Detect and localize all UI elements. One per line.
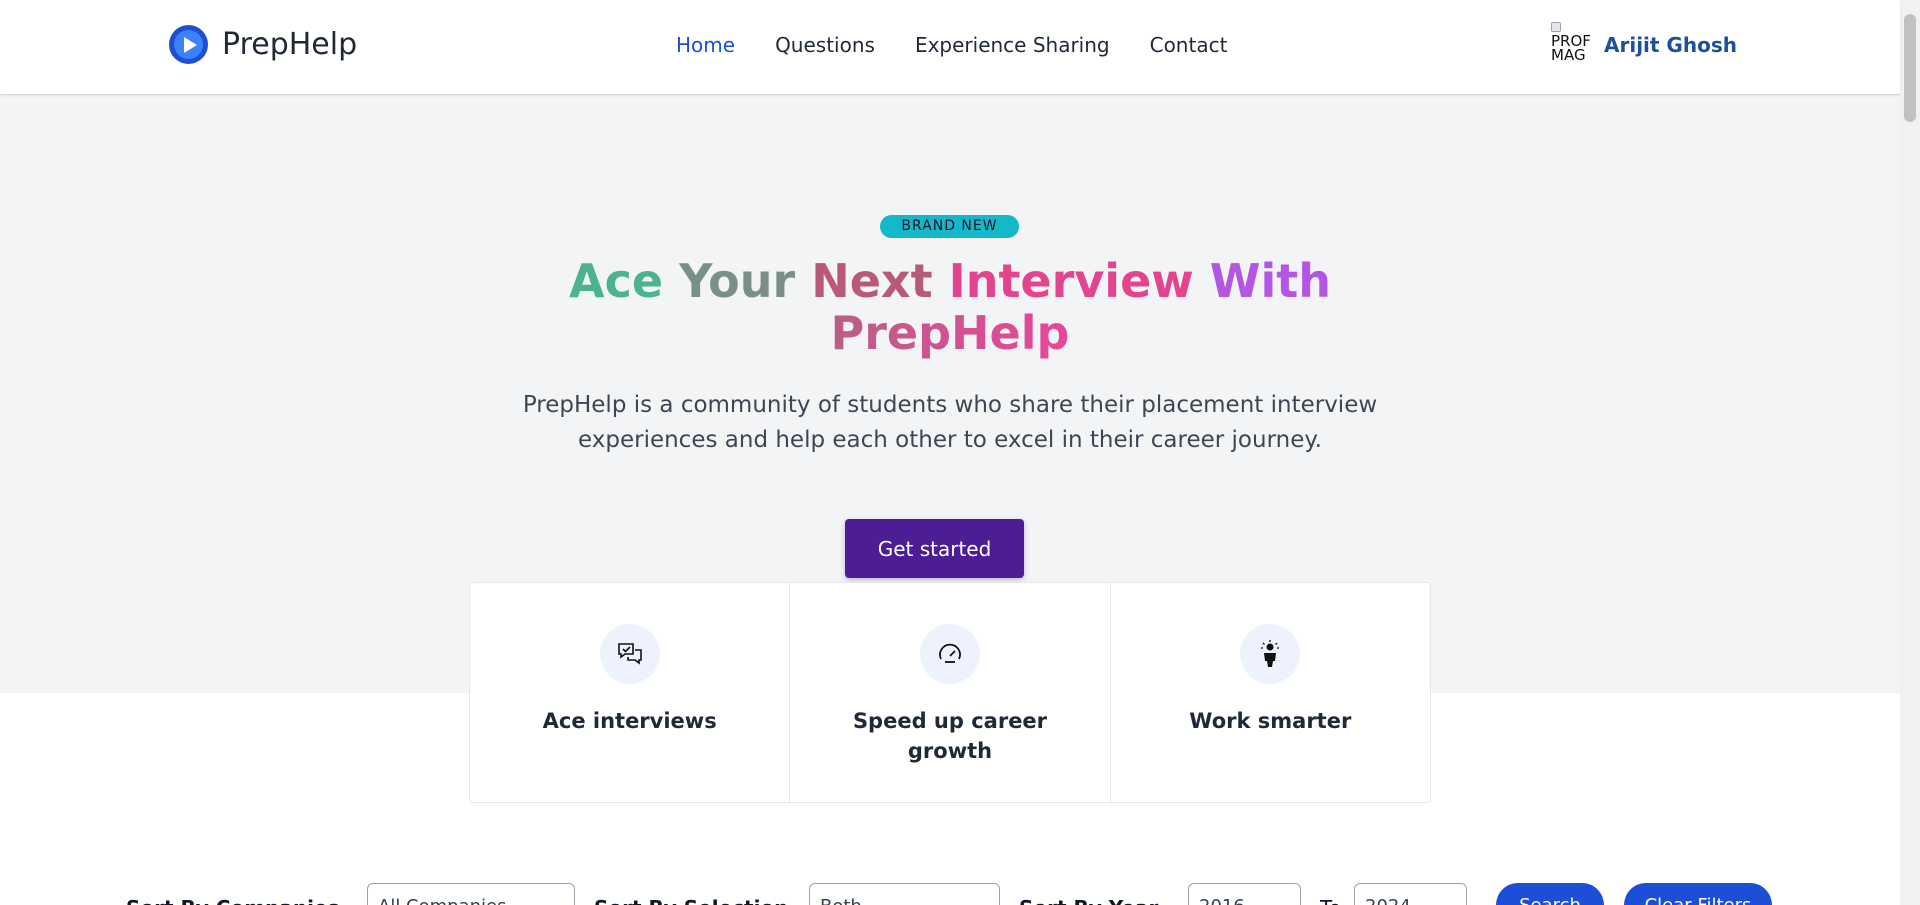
scrollbar-thumb[interactable] <box>1904 14 1916 122</box>
hero-subtitle: PrepHelp is a community of students who … <box>522 392 1378 453</box>
feature-title: Ace interviews <box>542 709 717 733</box>
feature-title: Speed up career growth <box>852 709 1048 763</box>
company-filter-label: Sort By Companies <box>126 896 339 905</box>
get-started-button[interactable]: Get started <box>845 519 1024 578</box>
filter-bar: Sort By Companies All Companies Sort By … <box>126 883 1776 905</box>
selection-select[interactable]: Both <box>809 883 1000 905</box>
main-nav: Home Questions Experience Sharing Contac… <box>676 33 1227 57</box>
nav-experience-sharing[interactable]: Experience Sharing <box>915 33 1110 57</box>
person-idea-icon <box>1240 624 1301 684</box>
hero-title-word: Next <box>811 254 933 308</box>
year-filter-label: Sort By Year <box>1019 896 1158 905</box>
hero-title-word: Ace <box>568 254 664 308</box>
top-navbar: PrepHelp Home Questions Experience Shari… <box>0 0 1900 95</box>
logo-play-icon <box>169 25 208 64</box>
hero-title-word: Your <box>679 254 796 308</box>
feature-card: Speed up career growth <box>790 583 1111 802</box>
selection-filter-label: Sort By Selection <box>594 896 788 905</box>
logo[interactable]: PrepHelp <box>169 25 357 64</box>
chat-check-icon <box>599 624 660 684</box>
year-to-label: To <box>1320 896 1341 905</box>
feature-card: Work smarter <box>1111 583 1430 802</box>
company-select[interactable]: All Companies <box>367 883 575 905</box>
nav-questions[interactable]: Questions <box>775 33 875 57</box>
avatar[interactable]: PROF MAG <box>1550 22 1598 68</box>
user-profile[interactable]: PROF MAG Arijit Ghosh <box>1550 22 1737 68</box>
year-to-input[interactable]: 2024 <box>1354 883 1467 905</box>
avatar-alt-text: PROF MAG <box>1551 32 1591 64</box>
feature-title: Work smarter <box>1189 709 1352 733</box>
profile-name[interactable]: Arijit Ghosh <box>1604 33 1737 57</box>
hero-title-word: With <box>1209 254 1332 308</box>
search-button[interactable]: Search <box>1496 883 1604 905</box>
year-from-input[interactable]: 2016 <box>1188 883 1301 905</box>
broken-image-icon <box>1551 22 1561 32</box>
hero-title-word: PrepHelp <box>830 306 1070 360</box>
nav-contact[interactable]: Contact <box>1150 33 1228 57</box>
clear-filters-button[interactable]: Clear Filters <box>1624 883 1772 905</box>
page-scrollbar[interactable] <box>1900 0 1920 905</box>
hero-title: Ace Your Next Interview With PrepHelp <box>560 255 1340 359</box>
speedometer-icon <box>919 624 980 684</box>
nav-home[interactable]: Home <box>676 33 735 57</box>
feature-card: Ace interviews <box>470 583 791 802</box>
feature-cards: Ace interviews Speed up career growth Wo… <box>469 582 1431 803</box>
brand-new-badge: BRAND NEW <box>880 215 1019 238</box>
hero-title-word: Interview <box>948 254 1194 308</box>
logo-text: PrepHelp <box>222 27 358 62</box>
